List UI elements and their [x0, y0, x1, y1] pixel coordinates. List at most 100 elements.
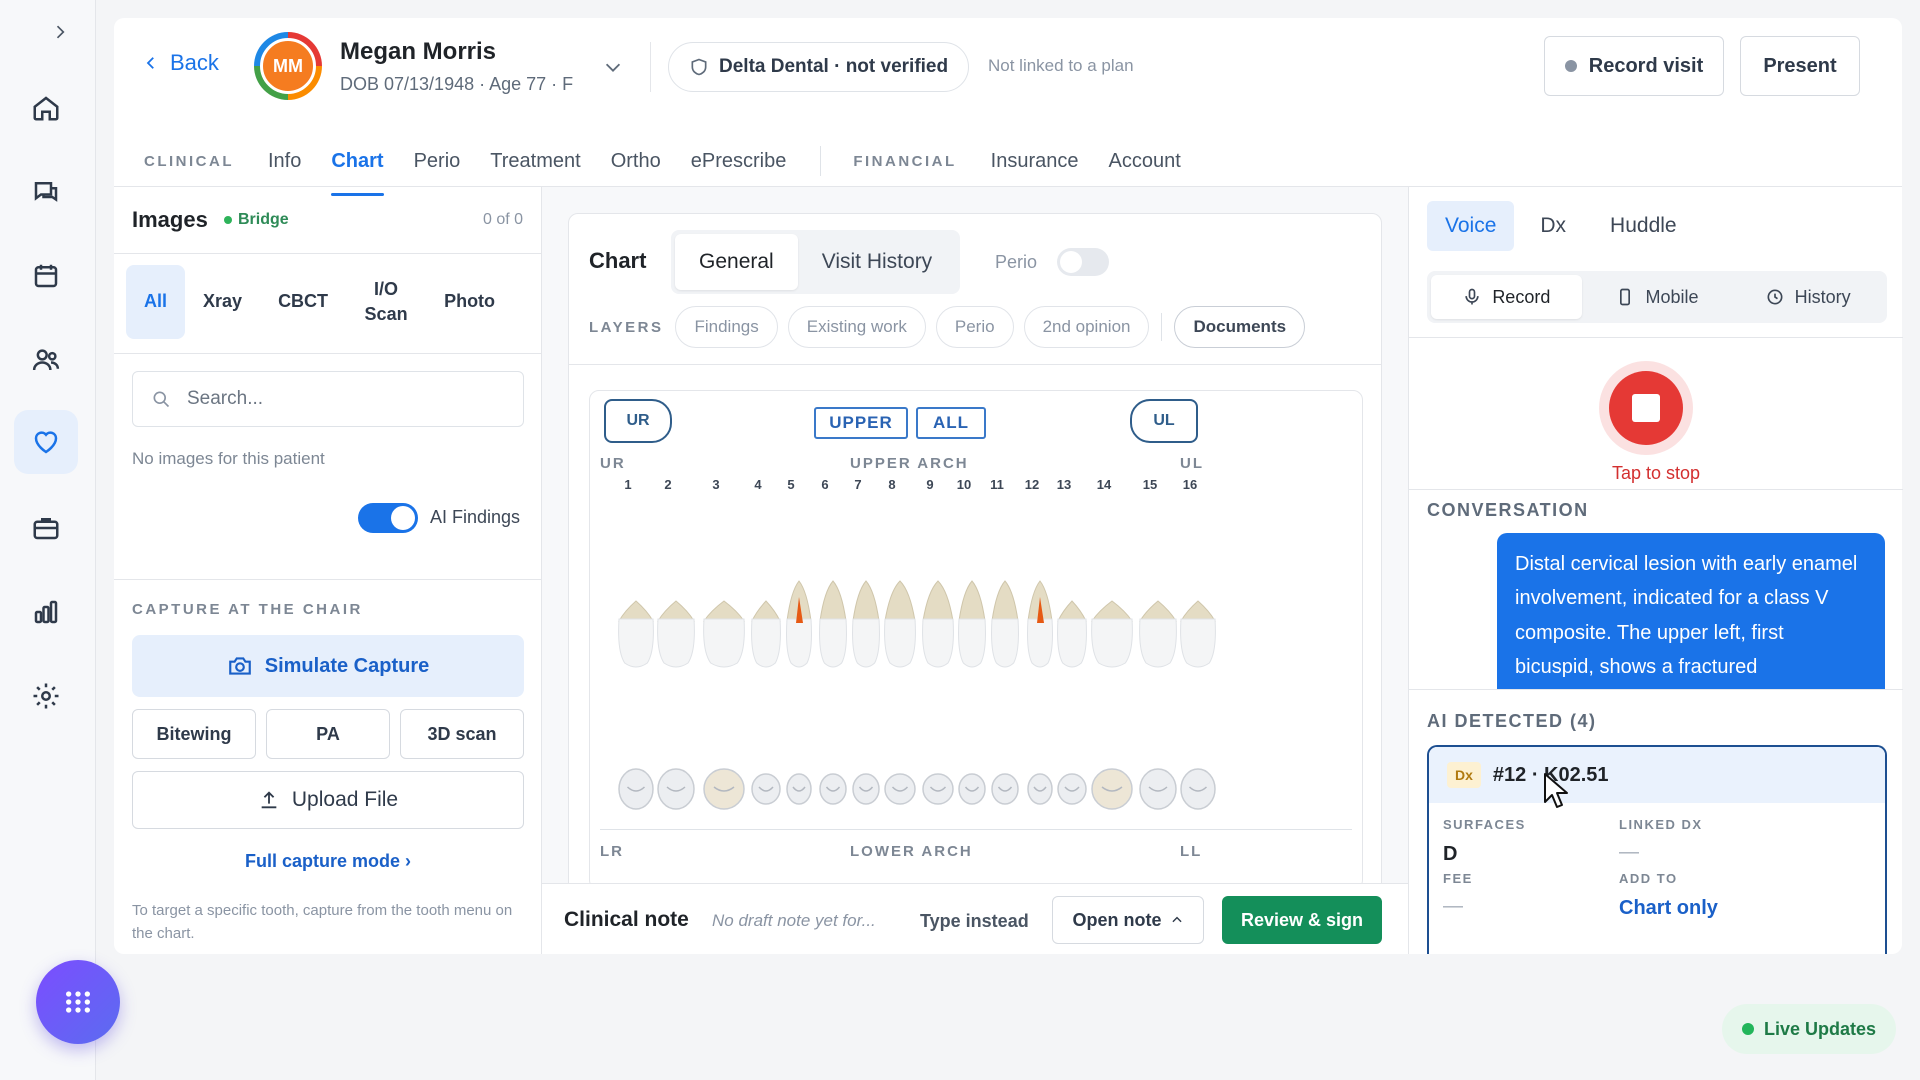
patient-switcher-button[interactable]: [602, 56, 624, 78]
lower-tooth-27[interactable]: [819, 773, 847, 805]
upper-tooth-11[interactable]: [991, 580, 1019, 668]
detection-card[interactable]: Dx #12 · K02.51 SURFACES D LINKED DX — F…: [1427, 745, 1887, 954]
layer-existing-work[interactable]: Existing work: [787, 306, 926, 348]
tab-voice[interactable]: Voice: [1427, 201, 1515, 251]
lower-tooth-22[interactable]: [991, 773, 1019, 805]
quadrant-ul-button[interactable]: UL: [1130, 399, 1198, 443]
view-general[interactable]: General: [675, 234, 798, 290]
upper-tooth-13[interactable]: [1057, 600, 1087, 668]
lower-tooth-29[interactable]: [751, 773, 781, 805]
lower-tooth-31[interactable]: [657, 768, 695, 810]
lower-tooth-32[interactable]: [618, 768, 654, 810]
upper-tooth-3[interactable]: [703, 600, 745, 668]
open-note-button[interactable]: Open note: [1052, 896, 1204, 944]
divider: [114, 579, 542, 580]
stop-recording-button[interactable]: [1599, 361, 1693, 455]
record-visit-button[interactable]: Record visit: [1544, 36, 1724, 96]
layer-2nd-opinion[interactable]: 2nd opinion: [1023, 306, 1150, 348]
tab-account[interactable]: Account: [1109, 136, 1181, 186]
upper-tooth-16[interactable]: [1180, 600, 1216, 668]
upper-tooth-4[interactable]: [751, 600, 781, 668]
upper-tooth-14[interactable]: [1091, 600, 1133, 668]
home-nav-button[interactable]: [14, 76, 78, 140]
filter-xray[interactable]: Xray: [185, 265, 260, 339]
mode-mobile[interactable]: Mobile: [1582, 275, 1733, 319]
back-link[interactable]: Back: [142, 50, 219, 76]
upper-tooth-9[interactable]: [922, 580, 954, 668]
upper-tooth-5[interactable]: [786, 580, 812, 668]
insurance-pill[interactable]: Delta Dental · not verified: [668, 42, 970, 92]
filter-cbct[interactable]: CBCT: [260, 265, 346, 339]
bitewing-button[interactable]: Bitewing: [132, 709, 256, 759]
upper-tooth-10[interactable]: [958, 580, 986, 668]
upper-tooth-2[interactable]: [657, 600, 695, 668]
simulate-capture-button[interactable]: Simulate Capture: [132, 635, 524, 697]
lower-tooth-25[interactable]: [884, 773, 916, 805]
quadrant-ur-button[interactable]: UR: [604, 399, 672, 443]
tab-perio[interactable]: Perio: [414, 136, 461, 186]
mode-history[interactable]: History: [1732, 275, 1883, 319]
upper-tooth-7[interactable]: [852, 580, 880, 668]
lower-tooth-18[interactable]: [1139, 768, 1177, 810]
all-arch-button[interactable]: ALL: [916, 407, 986, 439]
upper-tooth-12[interactable]: [1027, 580, 1053, 668]
lower-tooth-19[interactable]: [1091, 768, 1133, 810]
tab-huddle[interactable]: Huddle: [1592, 201, 1695, 251]
apps-launcher-button[interactable]: [36, 960, 120, 1044]
search-input[interactable]: [187, 388, 487, 410]
upper-tooth-15[interactable]: [1139, 600, 1177, 668]
header-divider: [650, 42, 651, 92]
documents-chip[interactable]: Documents: [1174, 306, 1306, 348]
upper-tooth-8[interactable]: [884, 580, 916, 668]
upper-tooth-6[interactable]: [819, 580, 847, 668]
reports-nav-button[interactable]: [14, 580, 78, 644]
tab-dx[interactable]: Dx: [1522, 201, 1584, 251]
health-nav-button[interactable]: [14, 410, 78, 474]
tab-insurance[interactable]: Insurance: [991, 136, 1079, 186]
view-visit-history[interactable]: Visit History: [798, 234, 956, 290]
tab-chart[interactable]: Chart: [331, 136, 384, 196]
filter-io-scan[interactable]: I/O Scan: [346, 265, 426, 339]
lower-tooth-24[interactable]: [922, 773, 954, 805]
lower-tooth-21[interactable]: [1027, 773, 1053, 805]
clock-icon: [1767, 289, 1783, 305]
tooth-chart[interactable]: [590, 501, 1364, 861]
patient-nav: CLINICAL Info Chart Perio Treatment Orth…: [144, 136, 1211, 196]
briefcase-nav-button[interactable]: [14, 496, 78, 560]
microphone-icon: [1465, 288, 1479, 305]
calendar-nav-button[interactable]: [14, 244, 78, 308]
lower-tooth-28[interactable]: [786, 773, 812, 805]
filter-photo[interactable]: Photo: [426, 265, 513, 339]
ai-findings-toggle[interactable]: [358, 503, 418, 533]
review-sign-button[interactable]: Review & sign: [1222, 896, 1382, 944]
patients-nav-button[interactable]: [14, 328, 78, 392]
pa-button[interactable]: PA: [266, 709, 390, 759]
messages-nav-button[interactable]: [14, 160, 78, 224]
lower-tooth-26[interactable]: [852, 773, 880, 805]
upper-arch-button[interactable]: UPPER: [814, 407, 908, 439]
layer-perio[interactable]: Perio: [935, 306, 1014, 348]
divider: [569, 364, 1381, 365]
lower-tooth-20[interactable]: [1057, 773, 1087, 805]
tab-info[interactable]: Info: [268, 136, 301, 186]
lower-tooth-30[interactable]: [703, 768, 745, 810]
image-search-field[interactable]: [132, 371, 524, 427]
present-button[interactable]: Present: [1740, 36, 1860, 96]
tab-treatment[interactable]: Treatment: [490, 136, 580, 186]
mode-record[interactable]: Record: [1431, 275, 1582, 319]
full-capture-mode-link[interactable]: Full capture mode ›: [114, 851, 542, 872]
tab-eprescribe[interactable]: ePrescribe: [691, 136, 787, 186]
lower-tooth-23[interactable]: [958, 773, 986, 805]
expand-rail-icon[interactable]: [46, 18, 74, 46]
add-to-select[interactable]: Chart only: [1619, 897, 1718, 920]
type-instead-link[interactable]: Type instead: [920, 911, 1029, 932]
upload-file-button[interactable]: Upload File: [132, 771, 524, 829]
perio-toggle[interactable]: [1057, 248, 1109, 276]
filter-all[interactable]: All: [126, 265, 186, 339]
layer-findings[interactable]: Findings: [675, 306, 778, 348]
tab-ortho[interactable]: Ortho: [611, 136, 661, 186]
settings-nav-button[interactable]: [14, 664, 78, 728]
3d-scan-button[interactable]: 3D scan: [400, 709, 524, 759]
upper-tooth-1[interactable]: [618, 600, 654, 668]
lower-tooth-17[interactable]: [1180, 768, 1216, 810]
